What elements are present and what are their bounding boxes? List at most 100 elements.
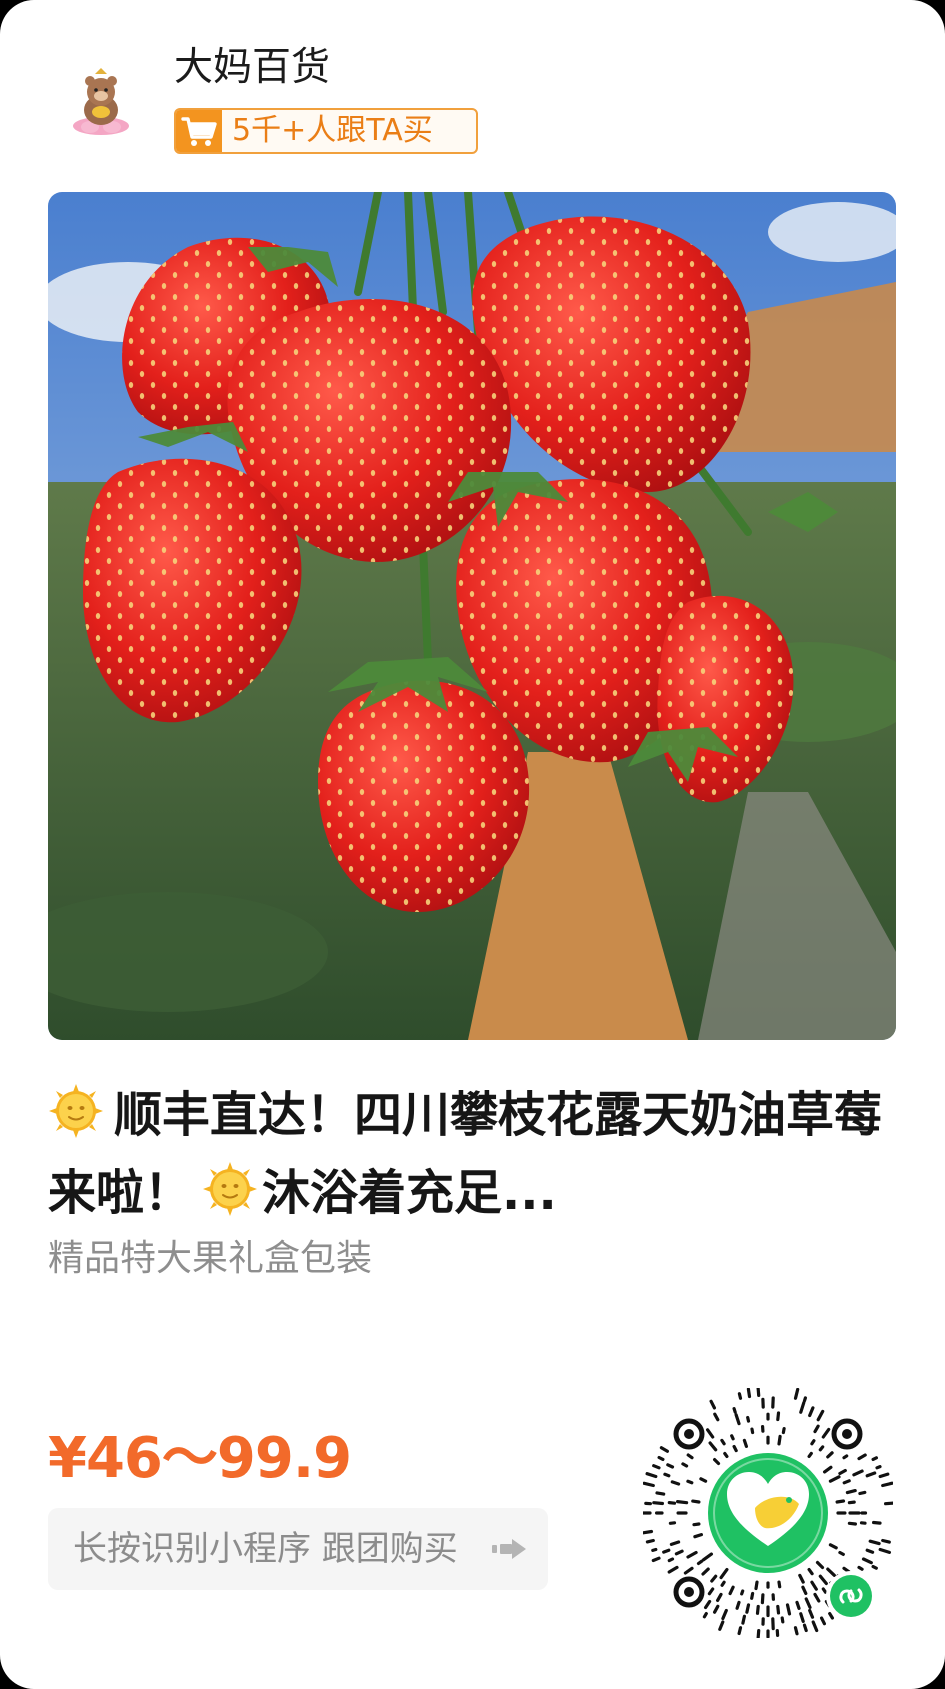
qr-code-segment bbox=[776, 1411, 781, 1422]
qr-code-segment bbox=[808, 1406, 815, 1418]
qr-code-segment bbox=[799, 1401, 806, 1414]
qr-code-segment bbox=[702, 1612, 708, 1619]
qr-code-segment bbox=[878, 1547, 891, 1554]
qr-code-segment bbox=[696, 1559, 704, 1566]
qr-code-segment bbox=[777, 1434, 782, 1446]
qr-code-segment bbox=[818, 1445, 825, 1452]
qr-code-segment bbox=[699, 1477, 708, 1483]
qr-code-segment bbox=[878, 1472, 890, 1479]
qr-code-segment bbox=[659, 1446, 669, 1453]
qr-code-segment bbox=[795, 1600, 801, 1610]
qr-code-segment bbox=[813, 1592, 821, 1603]
qr-code-segment bbox=[804, 1597, 812, 1609]
qr-code-segment bbox=[838, 1550, 845, 1556]
qr-code-segment bbox=[732, 1444, 738, 1453]
qr-code-segment bbox=[710, 1574, 718, 1583]
qr-code-segment bbox=[802, 1396, 807, 1403]
qr-code-segment bbox=[657, 1455, 665, 1462]
qr-code-segment bbox=[881, 1538, 891, 1544]
qr-code-segment bbox=[667, 1565, 679, 1574]
scan-to-buy-label: 长按识别小程序 跟团购买 bbox=[73, 1529, 458, 1569]
qr-code-segment bbox=[750, 1427, 755, 1435]
share-card: 大妈百货 5千+人跟TA买 顺丰直达！四川攀枝花露天奶油草莓来啦！ 沐浴着充足.… bbox=[0, 0, 945, 1689]
mini-program-qr-code[interactable] bbox=[643, 1388, 893, 1638]
product-title-text-2: 沐浴着充足... bbox=[262, 1165, 557, 1221]
qr-code-segment bbox=[666, 1463, 675, 1469]
qr-code-segment bbox=[728, 1585, 735, 1596]
product-subtitle: 精品特大果礼盒包装 bbox=[48, 1238, 373, 1279]
qr-code-segment bbox=[750, 1591, 755, 1600]
shopping-cart-icon bbox=[176, 110, 222, 152]
qr-code-segment bbox=[732, 1407, 737, 1414]
qr-code-segment bbox=[669, 1540, 681, 1546]
qr-code-segment bbox=[746, 1388, 752, 1399]
qr-code-segment bbox=[852, 1469, 864, 1477]
qr-code-segment bbox=[875, 1464, 882, 1470]
qr-code-segment bbox=[884, 1501, 893, 1506]
qr-code-segment bbox=[667, 1557, 675, 1563]
qr-code-segment bbox=[652, 1501, 664, 1506]
qr-code-segment bbox=[823, 1465, 833, 1474]
product-title[interactable]: 顺丰直达！四川攀枝花露天奶油草莓来啦！ 沐浴着充足... bbox=[48, 1076, 900, 1232]
qr-code-segment bbox=[723, 1451, 729, 1459]
qr-code-segment bbox=[686, 1453, 694, 1460]
qr-code-segment bbox=[826, 1451, 834, 1459]
qr-code-segment bbox=[683, 1566, 694, 1575]
qr-code-segment bbox=[707, 1587, 715, 1596]
sun-face-icon bbox=[48, 1083, 104, 1139]
qr-code-segment bbox=[865, 1471, 877, 1478]
shop-avatar-icon[interactable] bbox=[66, 68, 136, 138]
qr-code-segment bbox=[655, 1491, 666, 1496]
product-image[interactable] bbox=[48, 192, 896, 1040]
qr-code-segment bbox=[842, 1454, 849, 1460]
qr-code-segment bbox=[808, 1608, 815, 1619]
qr-code-segment bbox=[692, 1522, 701, 1527]
shop-name[interactable]: 大妈百货 bbox=[174, 42, 330, 94]
qr-code-segment bbox=[847, 1521, 857, 1526]
qr-code-segment bbox=[663, 1472, 671, 1478]
qr-code-segment bbox=[777, 1580, 782, 1589]
qr-code-segment bbox=[807, 1568, 814, 1576]
qr-code-segment bbox=[799, 1612, 805, 1623]
qr-code-segment bbox=[802, 1623, 808, 1633]
qr-code-segment bbox=[801, 1585, 808, 1595]
qr-code-segment bbox=[686, 1550, 698, 1559]
qr-code-segment bbox=[745, 1603, 751, 1614]
qr-code-segment bbox=[871, 1456, 878, 1462]
qr-code-segment bbox=[715, 1592, 723, 1602]
qr-code-segment bbox=[816, 1409, 825, 1422]
qr-code-segment bbox=[780, 1616, 785, 1624]
qr-code-segment bbox=[785, 1603, 792, 1616]
qr-code-segment bbox=[871, 1565, 878, 1570]
scan-to-buy-button[interactable]: 长按识别小程序 跟团购买 bbox=[48, 1508, 548, 1590]
qr-code-segment bbox=[776, 1604, 781, 1615]
qr-code-segment bbox=[719, 1568, 729, 1580]
qr-code-segment bbox=[693, 1533, 704, 1539]
followers-count-text: 5千+人跟TA买 bbox=[232, 113, 433, 148]
qr-code-segment bbox=[735, 1600, 741, 1610]
qr-code-segment bbox=[798, 1573, 805, 1584]
qr-code-segment bbox=[720, 1438, 726, 1446]
qr-code-segment bbox=[754, 1580, 759, 1591]
qr-code-segment bbox=[686, 1479, 694, 1485]
qr-code-segment bbox=[645, 1472, 658, 1479]
qr-code-segment bbox=[734, 1413, 741, 1426]
qr-code-segment bbox=[815, 1560, 825, 1570]
qr-code-segment bbox=[872, 1520, 882, 1525]
qr-code-segment bbox=[835, 1499, 846, 1504]
qr-code-segment bbox=[760, 1593, 765, 1605]
qr-code-segment bbox=[670, 1480, 681, 1486]
qr-code-segment bbox=[703, 1599, 712, 1610]
qr-code-segment bbox=[681, 1462, 689, 1468]
qr-code-segment bbox=[845, 1488, 857, 1495]
qr-code-segment bbox=[709, 1399, 717, 1410]
qr-code-segment bbox=[701, 1567, 710, 1576]
qr-code-segment bbox=[645, 1538, 655, 1544]
qr-code-segment bbox=[838, 1468, 847, 1476]
qr-code-segment bbox=[721, 1608, 728, 1621]
qr-code-segment bbox=[730, 1434, 735, 1441]
qr-code-segment bbox=[652, 1464, 661, 1470]
qr-code-segment bbox=[781, 1426, 786, 1435]
followers-badge: 5千+人跟TA买 bbox=[174, 108, 478, 154]
qr-code-segment bbox=[818, 1574, 828, 1586]
